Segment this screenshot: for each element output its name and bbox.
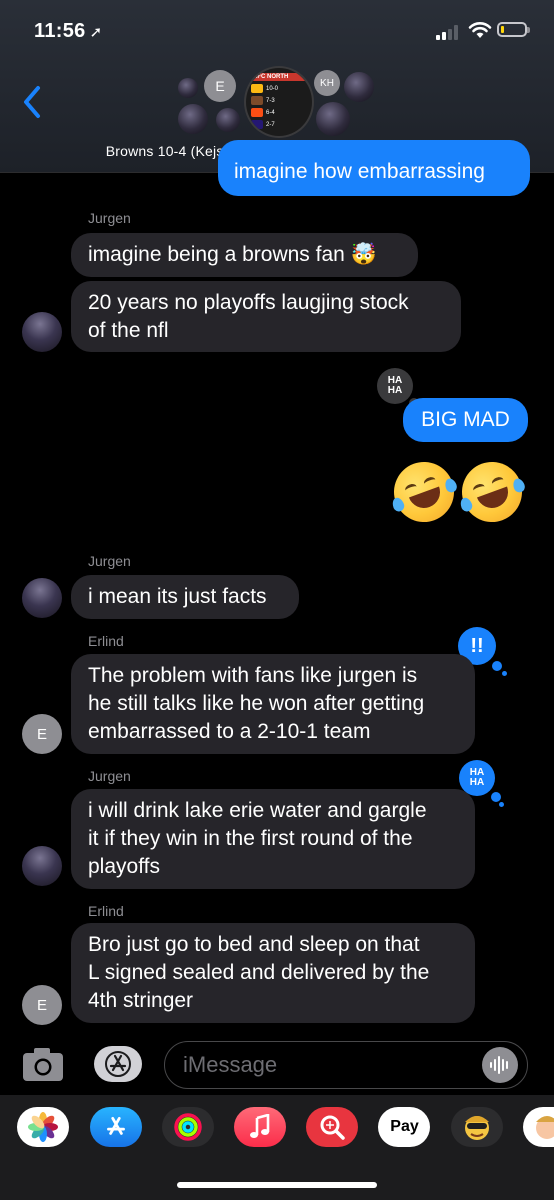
app-store-icon[interactable] — [90, 1107, 142, 1147]
member-avatar — [316, 102, 350, 136]
message-text-line: L signed sealed and delivered by the — [88, 961, 430, 984]
sender-name: Erlind — [88, 633, 124, 649]
member-avatar-e: E — [204, 70, 236, 102]
message-text: imagine being a browns fan 🤯 — [88, 243, 377, 266]
photos-icon[interactable] — [17, 1107, 69, 1147]
message-text-line: playoffs — [88, 855, 160, 878]
sender-avatar-jurgen[interactable] — [22, 312, 62, 352]
message-text: BIG MAD — [421, 408, 510, 431]
status-time: 11:56 ➚ — [34, 20, 103, 42]
member-avatar — [178, 78, 198, 98]
incoming-message[interactable]: 20 years no playoffs laugjing stock of t… — [71, 281, 461, 352]
location-arrow-icon: ➚ — [89, 24, 103, 41]
incoming-message[interactable]: Bro just go to bed and sleep on that L s… — [71, 923, 475, 1023]
haha-tapback-icon[interactable]: HA HA — [377, 368, 422, 413]
message-input[interactable] — [164, 1041, 528, 1089]
sender-name: Jurgen — [88, 768, 131, 784]
message-text-line: of the nfl — [88, 319, 169, 342]
standings-title: AFC NORTH — [251, 73, 307, 81]
message-text-line: he still talks like he won after getting — [88, 692, 425, 715]
rolling-on-floor-laughing-emoji[interactable] — [385, 453, 463, 531]
message-text-line: 20 years no playoffs laugjing stock — [88, 291, 409, 314]
message-text-line: 4th stringer — [88, 989, 194, 1012]
battery-icon — [497, 22, 530, 37]
cellular-signal-icon — [436, 24, 462, 40]
outgoing-message[interactable]: BIG MAD — [403, 398, 528, 442]
standings-record: 2-7 — [266, 121, 275, 128]
sender-avatar-jurgen[interactable] — [22, 846, 62, 886]
wifi-icon — [468, 22, 492, 38]
standings-record: 10-0 — [266, 85, 279, 92]
member-avatar-kh: KH — [314, 70, 340, 96]
sender-avatar-erlind[interactable]: E — [22, 714, 62, 754]
standings-record: 7-3 — [266, 97, 275, 104]
message-text-line: embarrassed to a 2-10-1 team — [88, 720, 371, 743]
member-avatar — [216, 108, 240, 132]
message-text: i mean its just facts — [88, 585, 267, 608]
incoming-message[interactable]: i will drink lake erie water and gargle … — [71, 789, 475, 889]
rolling-on-floor-laughing-emoji[interactable] — [453, 453, 531, 531]
member-avatar — [178, 104, 208, 134]
message-text: imagine how embarrassing — [234, 160, 485, 183]
incoming-message[interactable]: imagine being a browns fan 🤯 — [71, 233, 418, 277]
message-text-line: Bro just go to bed and sleep on that — [88, 933, 420, 956]
fitness-icon[interactable] — [162, 1107, 214, 1147]
incoming-message[interactable]: The problem with fans like jurgen is he … — [71, 654, 475, 754]
app-store-icon[interactable] — [94, 1046, 142, 1082]
sender-name: Erlind — [88, 903, 124, 919]
memoji-icon[interactable] — [451, 1107, 503, 1147]
message-text-line: i will drink lake erie water and gargle — [88, 799, 427, 822]
message-text-line: The problem with fans like jurgen is — [88, 664, 418, 687]
sender-name: Jurgen — [88, 210, 131, 226]
standings-record: 6-4 — [266, 109, 275, 116]
camera-icon[interactable] — [22, 1046, 64, 1082]
incoming-message[interactable]: i mean its just facts — [71, 575, 299, 619]
outgoing-message-partial[interactable]: imagine how embarrassing — [218, 140, 530, 196]
member-avatar — [344, 72, 374, 102]
music-icon[interactable] — [234, 1107, 286, 1147]
search-images-icon[interactable] — [306, 1107, 358, 1147]
sender-avatar-jurgen[interactable] — [22, 578, 62, 618]
waveform-icon[interactable] — [482, 1047, 518, 1083]
apple-pay-icon[interactable]: Pay — [378, 1107, 430, 1147]
chevron-left-icon[interactable] — [18, 84, 48, 120]
group-photo-standings: AFC NORTH 10-0 7-3 6-4 2-7 — [244, 66, 314, 138]
home-indicator[interactable] — [177, 1182, 377, 1188]
sender-avatar-erlind[interactable]: E — [22, 985, 62, 1025]
apple-pay-label: Pay — [390, 1118, 419, 1135]
group-avatar-cluster[interactable]: E AFC NORTH 10-0 7-3 6-4 2-7 KH — [172, 64, 382, 140]
message-text-line: it if they win in the first round of the — [88, 827, 413, 850]
sender-name: Jurgen — [88, 553, 131, 569]
memoji-partial-icon[interactable] — [523, 1107, 554, 1147]
